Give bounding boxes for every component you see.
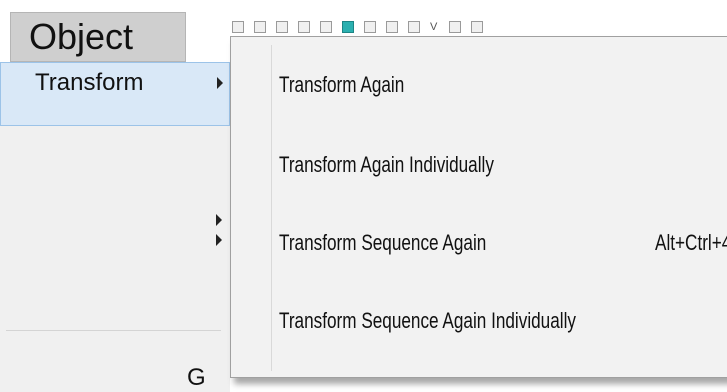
object-menu-item-label-clipped[interactable]: G [187,364,206,392]
toolbar-icon[interactable] [298,21,310,33]
menu-object-label: Object [29,16,134,57]
object-menu-item-transform[interactable]: Transform [0,62,230,126]
toolbar-icon[interactable] [254,21,266,33]
toolbar-icon[interactable] [408,21,420,33]
toolbar-icon[interactable] [386,21,398,33]
object-menu-item-label: Transform [35,69,144,96]
submenu-item-transform-again[interactable]: Transform Again [279,65,638,105]
object-menu: Transform G [0,62,230,392]
toolbar-icon[interactable] [232,21,244,33]
toolbar-icon[interactable] [364,21,376,33]
object-menu-item[interactable] [0,126,230,226]
menu-object[interactable]: Object [10,12,186,62]
submenu-item-transform-again-individually[interactable]: Transform Again Individually [279,145,638,185]
submenu-item-transform-sequence-again-individually[interactable]: Transform Sequence Again Individually [279,301,638,341]
object-menu-item[interactable] [0,210,230,274]
toolbar-label: V [430,21,440,33]
submenu-arrow-icon [217,77,223,89]
toolbar-icon[interactable] [449,21,462,33]
submenu-arrow-icon [216,234,222,246]
transform-submenu: Transform Again Transform Again Individu… [230,36,727,378]
toolbar-strip: V [232,20,727,34]
toolbar-icon[interactable] [276,21,288,33]
menu-separator [6,330,221,331]
toolbar-color-icon[interactable] [342,21,354,33]
menu-icon-gutter [271,45,272,371]
toolbar-icon[interactable] [471,21,484,33]
shortcut-label: Alt+Ctrl+4 [655,230,727,255]
submenu-item-transform-sequence-again[interactable]: Transform Sequence Again [279,223,638,263]
toolbar-icon[interactable] [320,21,332,33]
